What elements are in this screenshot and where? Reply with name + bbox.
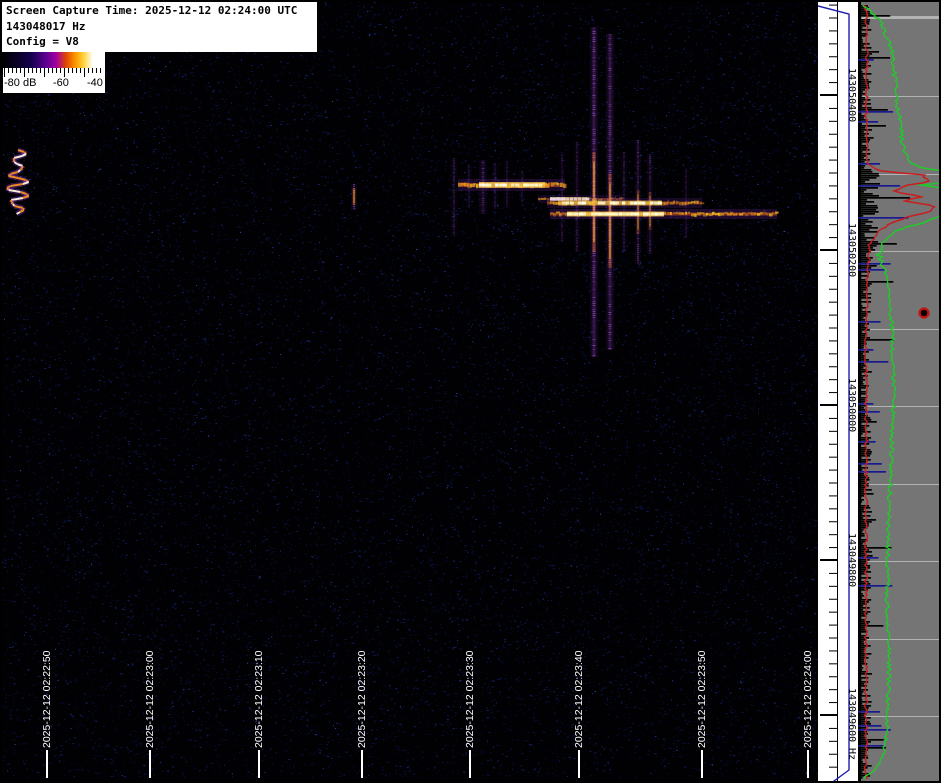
time-axis-label: 2025-12-12 02:23:10 [253,650,265,749]
frequency-axis-label: 143049600 [846,688,857,743]
time-axis-label: 2025-12-12 02:23:50 [696,650,708,749]
colorbar-label-min: -80 dB [4,77,37,89]
config-text: Config = V8 [6,35,79,48]
colorbar-labels: -80 dB -60 -40 [3,77,105,92]
spectrogram-app: Screen Capture Time: 2025-12-12 02:24:00… [0,0,941,783]
center-frequency-text: 143048017 Hz [6,19,86,33]
info-box: Screen Capture Time: 2025-12-12 02:24:00… [2,2,317,52]
time-axis-label: 2025-12-12 02:23:40 [573,650,585,749]
colorbar: -80 dB -60 -40 [3,52,105,93]
time-axis-label: 2025-12-12 02:23:20 [356,650,368,749]
time-axis-label: 2025-12-12 02:23:00 [144,650,156,749]
frequency-unit-label: Hz [846,748,857,761]
time-axis-label: 2025-12-12 02:23:30 [464,650,476,749]
frequency-axis-label: 143049800 [846,533,857,588]
live-spectrum-panel-canvas [858,2,939,781]
colorbar-label-max: -40 [87,77,103,89]
colorbar-gradient [3,52,105,68]
frequency-axis-label: 143050000 [846,378,857,433]
colorbar-label-mid: -60 [53,77,69,89]
time-axis-label: 2025-12-12 02:22:50 [41,650,53,749]
time-axis-label: 2025-12-12 02:24:00 [802,650,814,749]
frequency-axis-label: 143050400 [846,68,857,123]
frequency-axis-label: 143050200 [846,223,857,278]
capture-time-text: Screen Capture Time: 2025-12-12 02:24:00… [6,4,298,17]
